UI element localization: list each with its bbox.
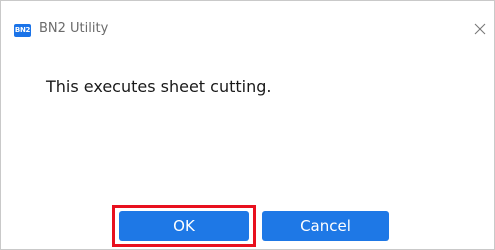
dialog-message: This executes sheet cutting. — [46, 77, 272, 96]
close-icon — [474, 23, 486, 35]
title-bar: BN2 BN2 Utility — [1, 1, 494, 43]
close-button[interactable] — [471, 20, 489, 38]
dialog-window: BN2 BN2 Utility This executes sheet cutt… — [0, 0, 495, 250]
window-title: BN2 Utility — [39, 21, 109, 36]
ok-button[interactable]: OK — [119, 211, 249, 241]
cancel-button[interactable]: Cancel — [262, 211, 389, 241]
bn2-app-icon: BN2 — [14, 24, 31, 37]
